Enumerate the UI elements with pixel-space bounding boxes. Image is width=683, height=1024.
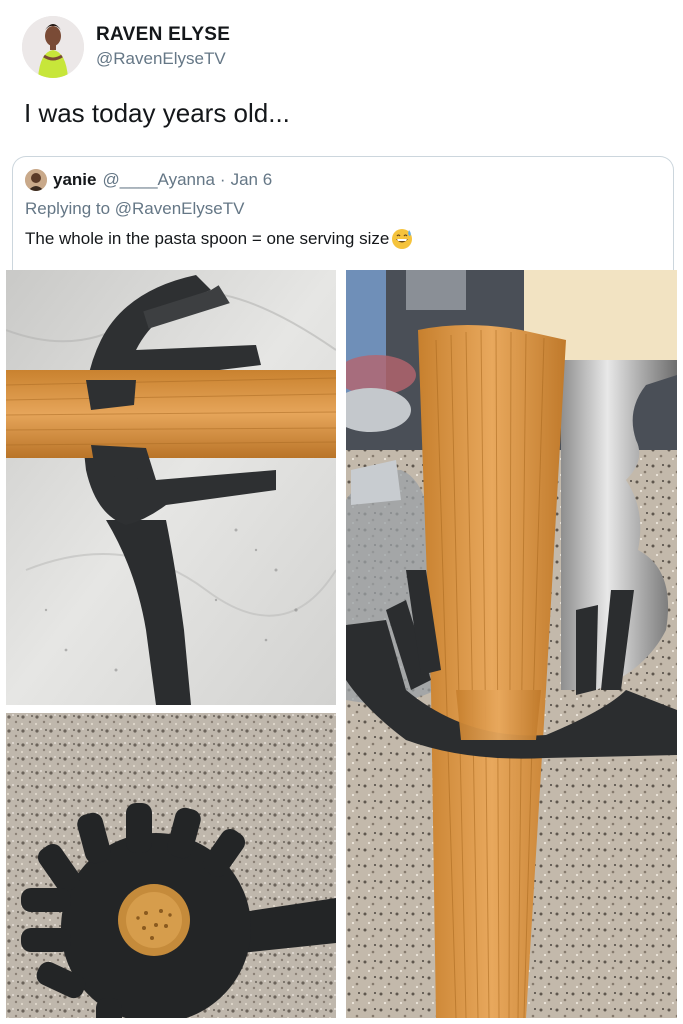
replying-to[interactable]: Replying to @RavenElyseTV <box>25 199 244 219</box>
quoted-author-handle[interactable]: @____Ayanna <box>102 170 214 190</box>
photo-spoon-with-spaghetti[interactable] <box>6 270 336 705</box>
author-handle[interactable]: @RavenElyseTV <box>96 48 230 70</box>
author-name[interactable]: RAVEN ELYSE <box>96 24 230 46</box>
quoted-avatar-photo <box>25 169 47 191</box>
avatar-photo <box>22 16 84 78</box>
quoted-date[interactable]: Jan 6 <box>231 170 273 190</box>
tweet-header: RAVEN ELYSE @RavenElyseTV <box>22 16 230 78</box>
quoted-author-name[interactable]: yanie <box>53 170 96 190</box>
photo-spoon-top-view[interactable] <box>6 713 336 1018</box>
quoted-text: The whole in the pasta spoon = one servi… <box>25 229 390 248</box>
quoted-author-avatar[interactable] <box>25 169 47 191</box>
grinning-sweat-emoji <box>392 229 413 249</box>
author-avatar[interactable] <box>22 16 84 78</box>
photo-spaghetti-through-spoon[interactable] <box>346 270 677 1018</box>
quoted-tweet[interactable]: yanie @____Ayanna · Jan 6 Replying to @R… <box>12 156 674 274</box>
tweet-text: I was today years old... <box>24 98 290 128</box>
meta-separator: · <box>219 170 226 189</box>
